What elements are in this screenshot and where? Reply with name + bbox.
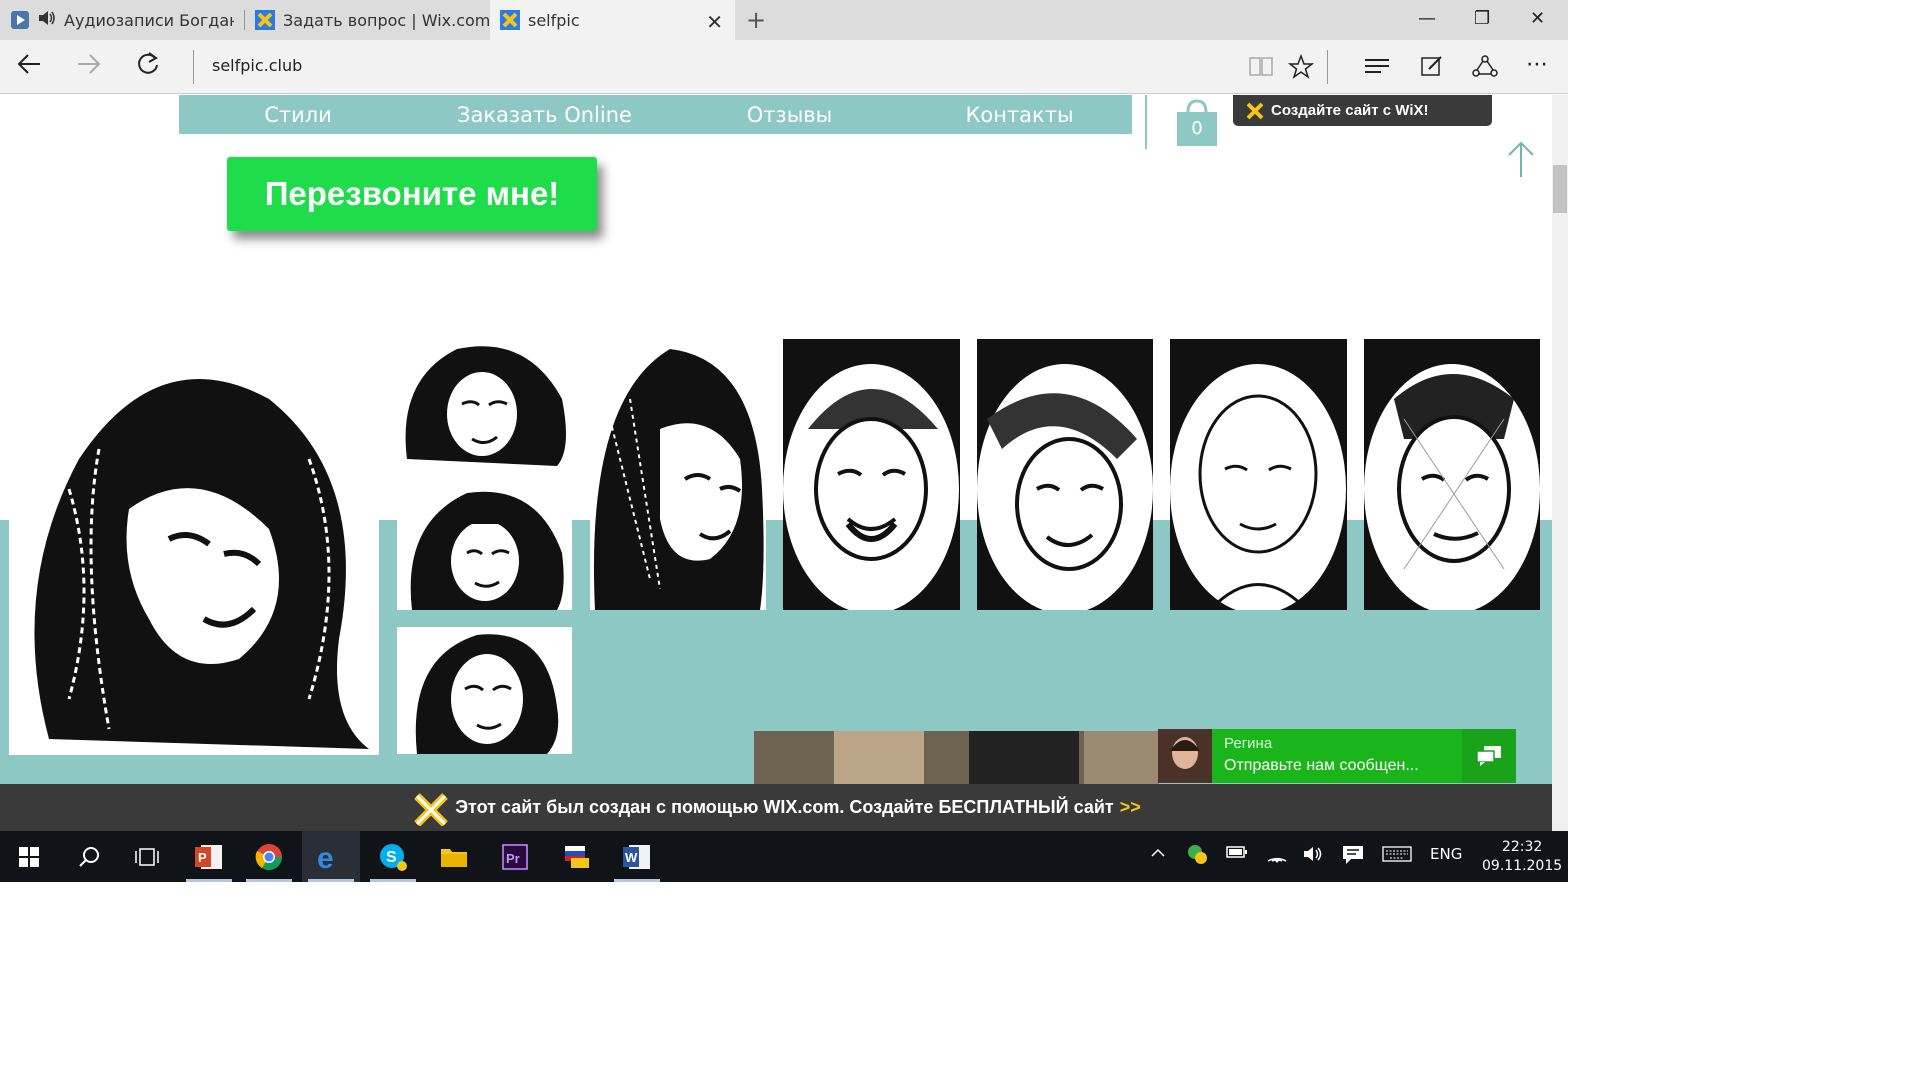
battery-icon[interactable]	[1226, 845, 1248, 863]
clock-date: 09.11.2015	[1482, 858, 1563, 874]
divider	[1327, 50, 1328, 84]
site-menu: Стили Заказать Online Отзывы Контакты	[179, 95, 1132, 134]
keyboard-icon[interactable]	[1382, 845, 1412, 867]
scroll-top-arrow-icon[interactable]	[1505, 139, 1537, 183]
chat-message-prompt: Отправьте нам сообщен...	[1224, 757, 1419, 774]
wix-favicon-icon	[500, 10, 520, 30]
svg-text:e: e	[317, 842, 334, 872]
svg-text:S: S	[386, 849, 397, 866]
portrait-woman-4[interactable]	[590, 339, 766, 610]
create-wix-site-badge[interactable]: Создайте сайт с WiX!	[1233, 95, 1492, 126]
svg-text:Pr: Pr	[506, 851, 520, 866]
wix-logo-icon	[414, 792, 449, 826]
portrait-woman-1[interactable]	[397, 339, 572, 466]
skype-icon[interactable]: S	[364, 831, 422, 882]
wifi-icon[interactable]	[1266, 845, 1288, 867]
portrait-man-geometric[interactable]	[1364, 339, 1540, 610]
scrollbar[interactable]	[1552, 95, 1568, 831]
web-note-icon[interactable]	[1420, 54, 1444, 82]
scrollbar-thumb[interactable]	[1553, 165, 1567, 213]
menu-item-reviews[interactable]: Отзывы	[672, 95, 907, 134]
share-icon[interactable]	[1472, 54, 1498, 82]
action-center-icon[interactable]	[1342, 845, 1364, 869]
volume-icon[interactable]	[1303, 845, 1325, 867]
avatar	[1158, 729, 1212, 783]
tab-audio[interactable]: Аудиозаписи Богдана Г	[0, 0, 243, 40]
back-icon[interactable]	[16, 50, 44, 85]
tab-title: Задать вопрос | Wix.com	[283, 10, 491, 30]
chat-widget[interactable]: Регина Отправьте нам сообщен...	[1158, 729, 1516, 783]
antivirus-tray-icon[interactable]	[1186, 843, 1208, 869]
media-play-icon	[10, 10, 30, 30]
clock-time: 22:32	[1501, 839, 1543, 855]
speaker-icon[interactable]	[38, 10, 56, 30]
chat-bubble-icon[interactable]	[1462, 729, 1516, 783]
favorite-star-icon[interactable]	[1287, 53, 1315, 84]
refresh-icon[interactable]	[134, 50, 162, 85]
cart-count: 0	[1191, 118, 1203, 139]
clock[interactable]: 22:32 09.11.2015	[1482, 838, 1562, 876]
restore-icon[interactable]: ❐	[1474, 8, 1490, 29]
powerpoint-icon[interactable]: P	[180, 831, 238, 882]
divider	[1145, 95, 1147, 149]
tab-title: Аудиозаписи Богдана Г	[64, 10, 234, 30]
portrait-old-man[interactable]	[1170, 339, 1347, 610]
search-icon[interactable]	[60, 831, 118, 882]
video-thumbnail[interactable]	[754, 731, 1159, 787]
web-page: Стили Заказать Online Отзывы Контакты Пе…	[0, 95, 1552, 831]
portrait-woman-3[interactable]	[397, 627, 572, 754]
wix-logo-icon	[1246, 102, 1264, 119]
taskbar: P e S Pr W ENG 22:32 09.11.2015	[0, 831, 1568, 882]
menu-item-styles[interactable]: Стили	[179, 95, 417, 134]
start-windows-icon[interactable]	[0, 831, 58, 882]
task-view-icon[interactable]	[118, 831, 176, 882]
new-tab-icon[interactable]: +	[746, 6, 766, 34]
tab-bar: Аудиозаписи Богдана Г Задать вопрос | Wi…	[0, 0, 1568, 40]
footer-arrows: >>	[1119, 797, 1141, 817]
svg-text:W: W	[625, 850, 638, 865]
chat-agent-name: Регина	[1224, 735, 1273, 752]
premiere-icon[interactable]: Pr	[486, 831, 544, 882]
divider	[193, 50, 194, 84]
callback-button[interactable]: Перезвоните мне!	[227, 157, 597, 231]
wix-favicon-icon	[255, 10, 275, 30]
reading-view-icon[interactable]	[1248, 54, 1274, 82]
menu-item-order-online[interactable]: Заказать Online	[417, 95, 672, 134]
edge-icon[interactable]: e	[302, 831, 360, 882]
url-field[interactable]: selfpic.club	[212, 56, 302, 75]
portrait-large-woman[interactable]	[9, 339, 379, 755]
tab-wix-question[interactable]: Задать вопрос | Wix.com	[245, 0, 490, 40]
wix-footer-banner[interactable]: Этот сайт был создан с помощью WIX.com. …	[0, 784, 1552, 831]
close-window-icon[interactable]: ✕	[1530, 8, 1545, 29]
translator-icon[interactable]	[548, 831, 606, 882]
show-hidden-icons-icon[interactable]	[1150, 845, 1166, 865]
file-explorer-icon[interactable]	[425, 831, 483, 882]
word-icon[interactable]: W	[608, 831, 666, 882]
wix-badge-label: Создайте сайт с WiX!	[1271, 102, 1429, 119]
portrait-man-cap[interactable]	[783, 339, 960, 610]
close-tab-icon[interactable]: ✕	[706, 10, 723, 34]
shopping-cart[interactable]: 0	[1176, 98, 1218, 148]
footer-text: Этот сайт был создан с помощью WIX.com. …	[455, 797, 1114, 817]
more-icon[interactable]: ⋯	[1526, 52, 1548, 77]
minimize-icon[interactable]: —	[1418, 8, 1436, 29]
hub-icon[interactable]	[1363, 54, 1391, 82]
portrait-woman-2[interactable]	[397, 483, 572, 610]
tab-selfpic[interactable]: selfpic ✕	[490, 0, 735, 40]
tab-title: selfpic	[528, 10, 580, 30]
input-language[interactable]: ENG	[1430, 845, 1462, 863]
svg-text:P: P	[198, 850, 207, 865]
address-bar: selfpic.club ⋯	[0, 40, 1568, 94]
menu-item-contacts[interactable]: Контакты	[907, 95, 1132, 134]
chrome-icon[interactable]	[240, 831, 298, 882]
forward-icon[interactable]	[74, 50, 102, 85]
portrait-man-cap-2[interactable]	[977, 339, 1153, 610]
